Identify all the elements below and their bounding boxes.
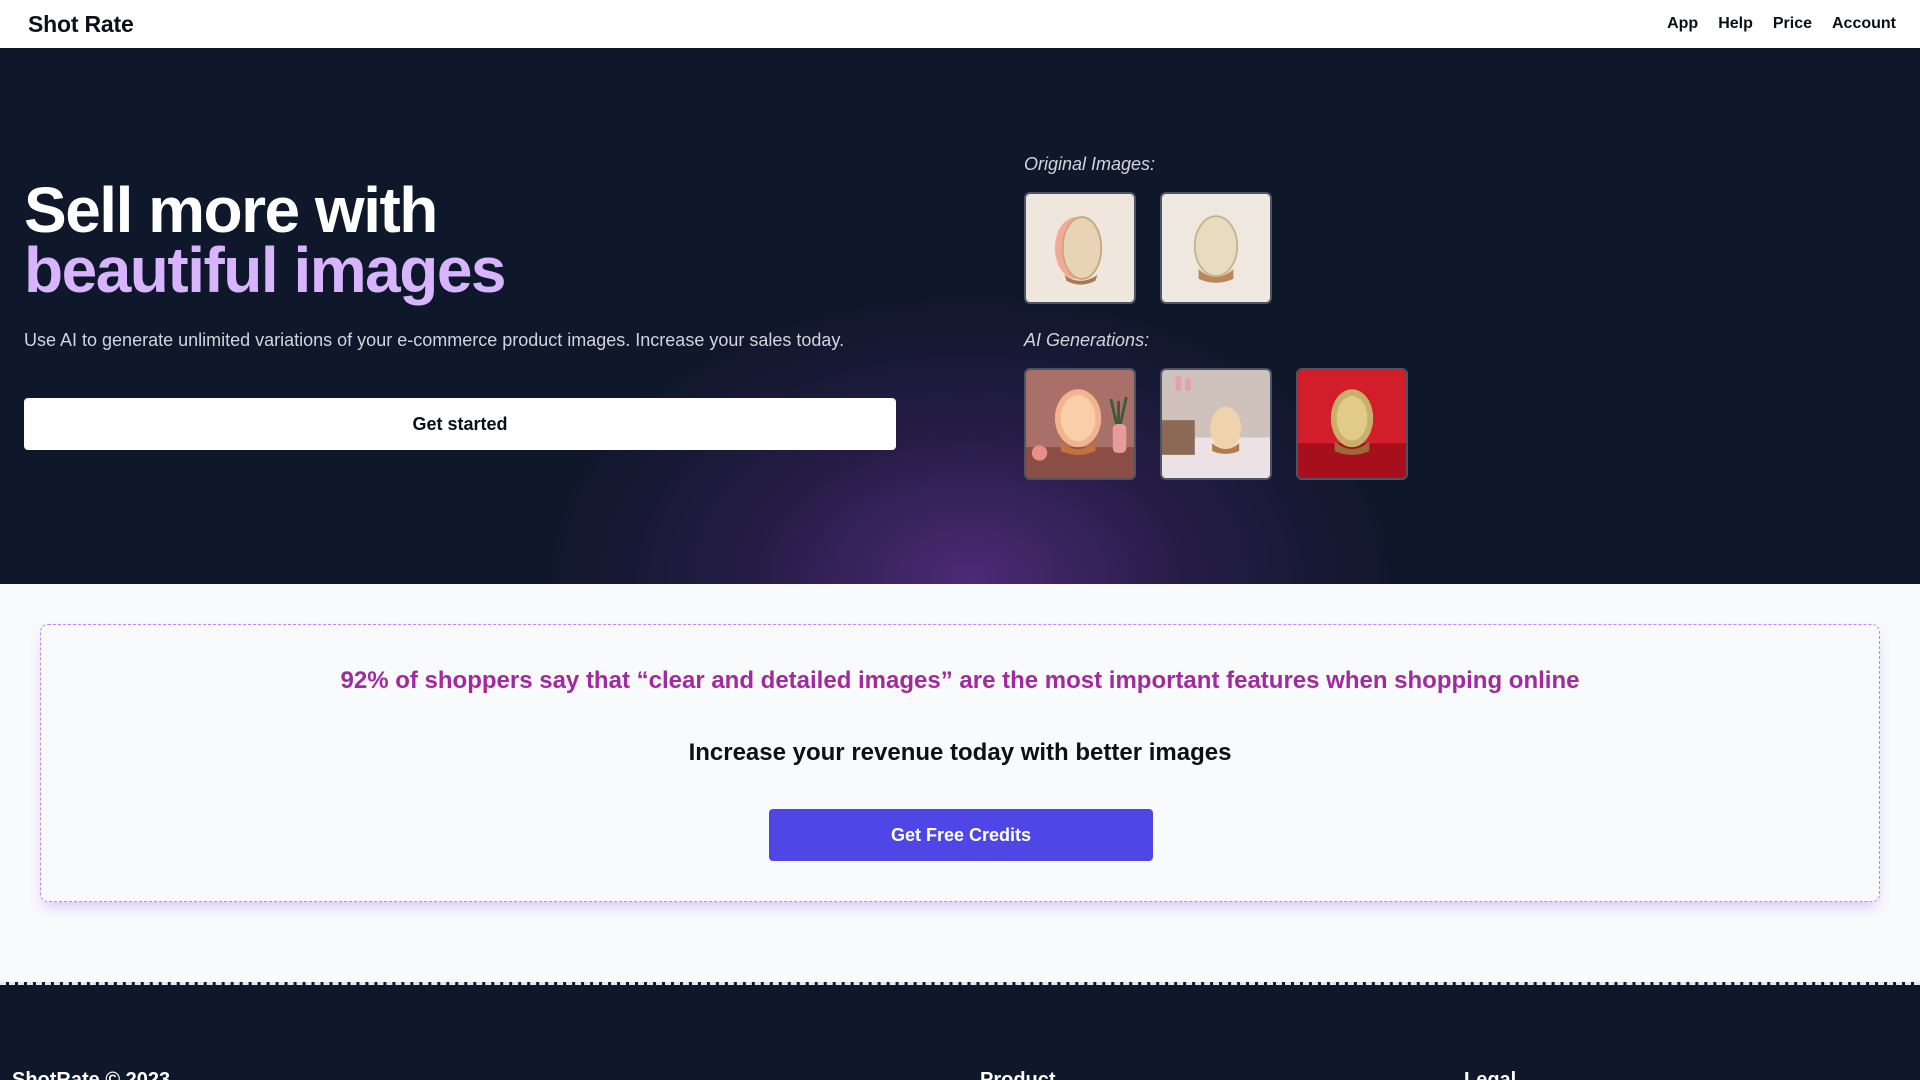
get-free-credits-button[interactable]: Get Free Credits — [769, 809, 1153, 861]
lamp-product-image — [1026, 194, 1134, 302]
get-started-button[interactable]: Get started — [24, 398, 896, 450]
nav-link-app[interactable]: App — [1667, 15, 1698, 33]
lamp-generated-image — [1026, 370, 1134, 478]
lamp-product-image — [1162, 194, 1270, 302]
lamp-generated-image — [1162, 370, 1270, 478]
nav-link-account[interactable]: Account — [1832, 15, 1896, 33]
ai-generation-2[interactable] — [1160, 368, 1272, 480]
original-image-1[interactable] — [1024, 192, 1136, 304]
footer-heading-legal: Legal — [1464, 1069, 1517, 1080]
ai-generation-3[interactable] — [1296, 368, 1408, 480]
footer-heading-product: Product — [980, 1069, 1056, 1080]
stats-section: 92% of shoppers say that “clear and deta… — [0, 584, 1920, 982]
main-nav: App Help Price Account — [1667, 15, 1896, 33]
stats-card: 92% of shoppers say that “clear and deta… — [40, 624, 1880, 902]
original-image-2[interactable] — [1160, 192, 1272, 304]
nav-link-help[interactable]: Help — [1718, 15, 1753, 33]
brand-logo[interactable]: Shot Rate — [28, 11, 134, 38]
ai-generations-label: AI Generations: — [1024, 330, 1150, 350]
original-images-label: Original Images: — [1024, 154, 1156, 174]
hero-section: Sell more with beautiful images Use AI t… — [0, 48, 1920, 584]
stat-quote: 92% of shoppers say that “clear and deta… — [340, 667, 1580, 694]
stat-subheading: Increase your revenue today with better … — [688, 739, 1232, 766]
hero-subtitle: Use AI to generate unlimited variations … — [24, 330, 845, 350]
footer-copyright: ShotRate © 2023 — [12, 1069, 171, 1080]
ai-generation-1[interactable] — [1024, 368, 1136, 480]
headline-line2: beautiful images — [24, 234, 507, 306]
lamp-generated-image — [1298, 370, 1406, 478]
nav-link-price[interactable]: Price — [1773, 15, 1812, 33]
hero-headline: Sell more with beautiful images — [24, 178, 507, 306]
top-navbar: Shot Rate App Help Price Account — [0, 0, 1920, 48]
footer: ShotRate © 2023 Product Legal — [0, 982, 1920, 1080]
